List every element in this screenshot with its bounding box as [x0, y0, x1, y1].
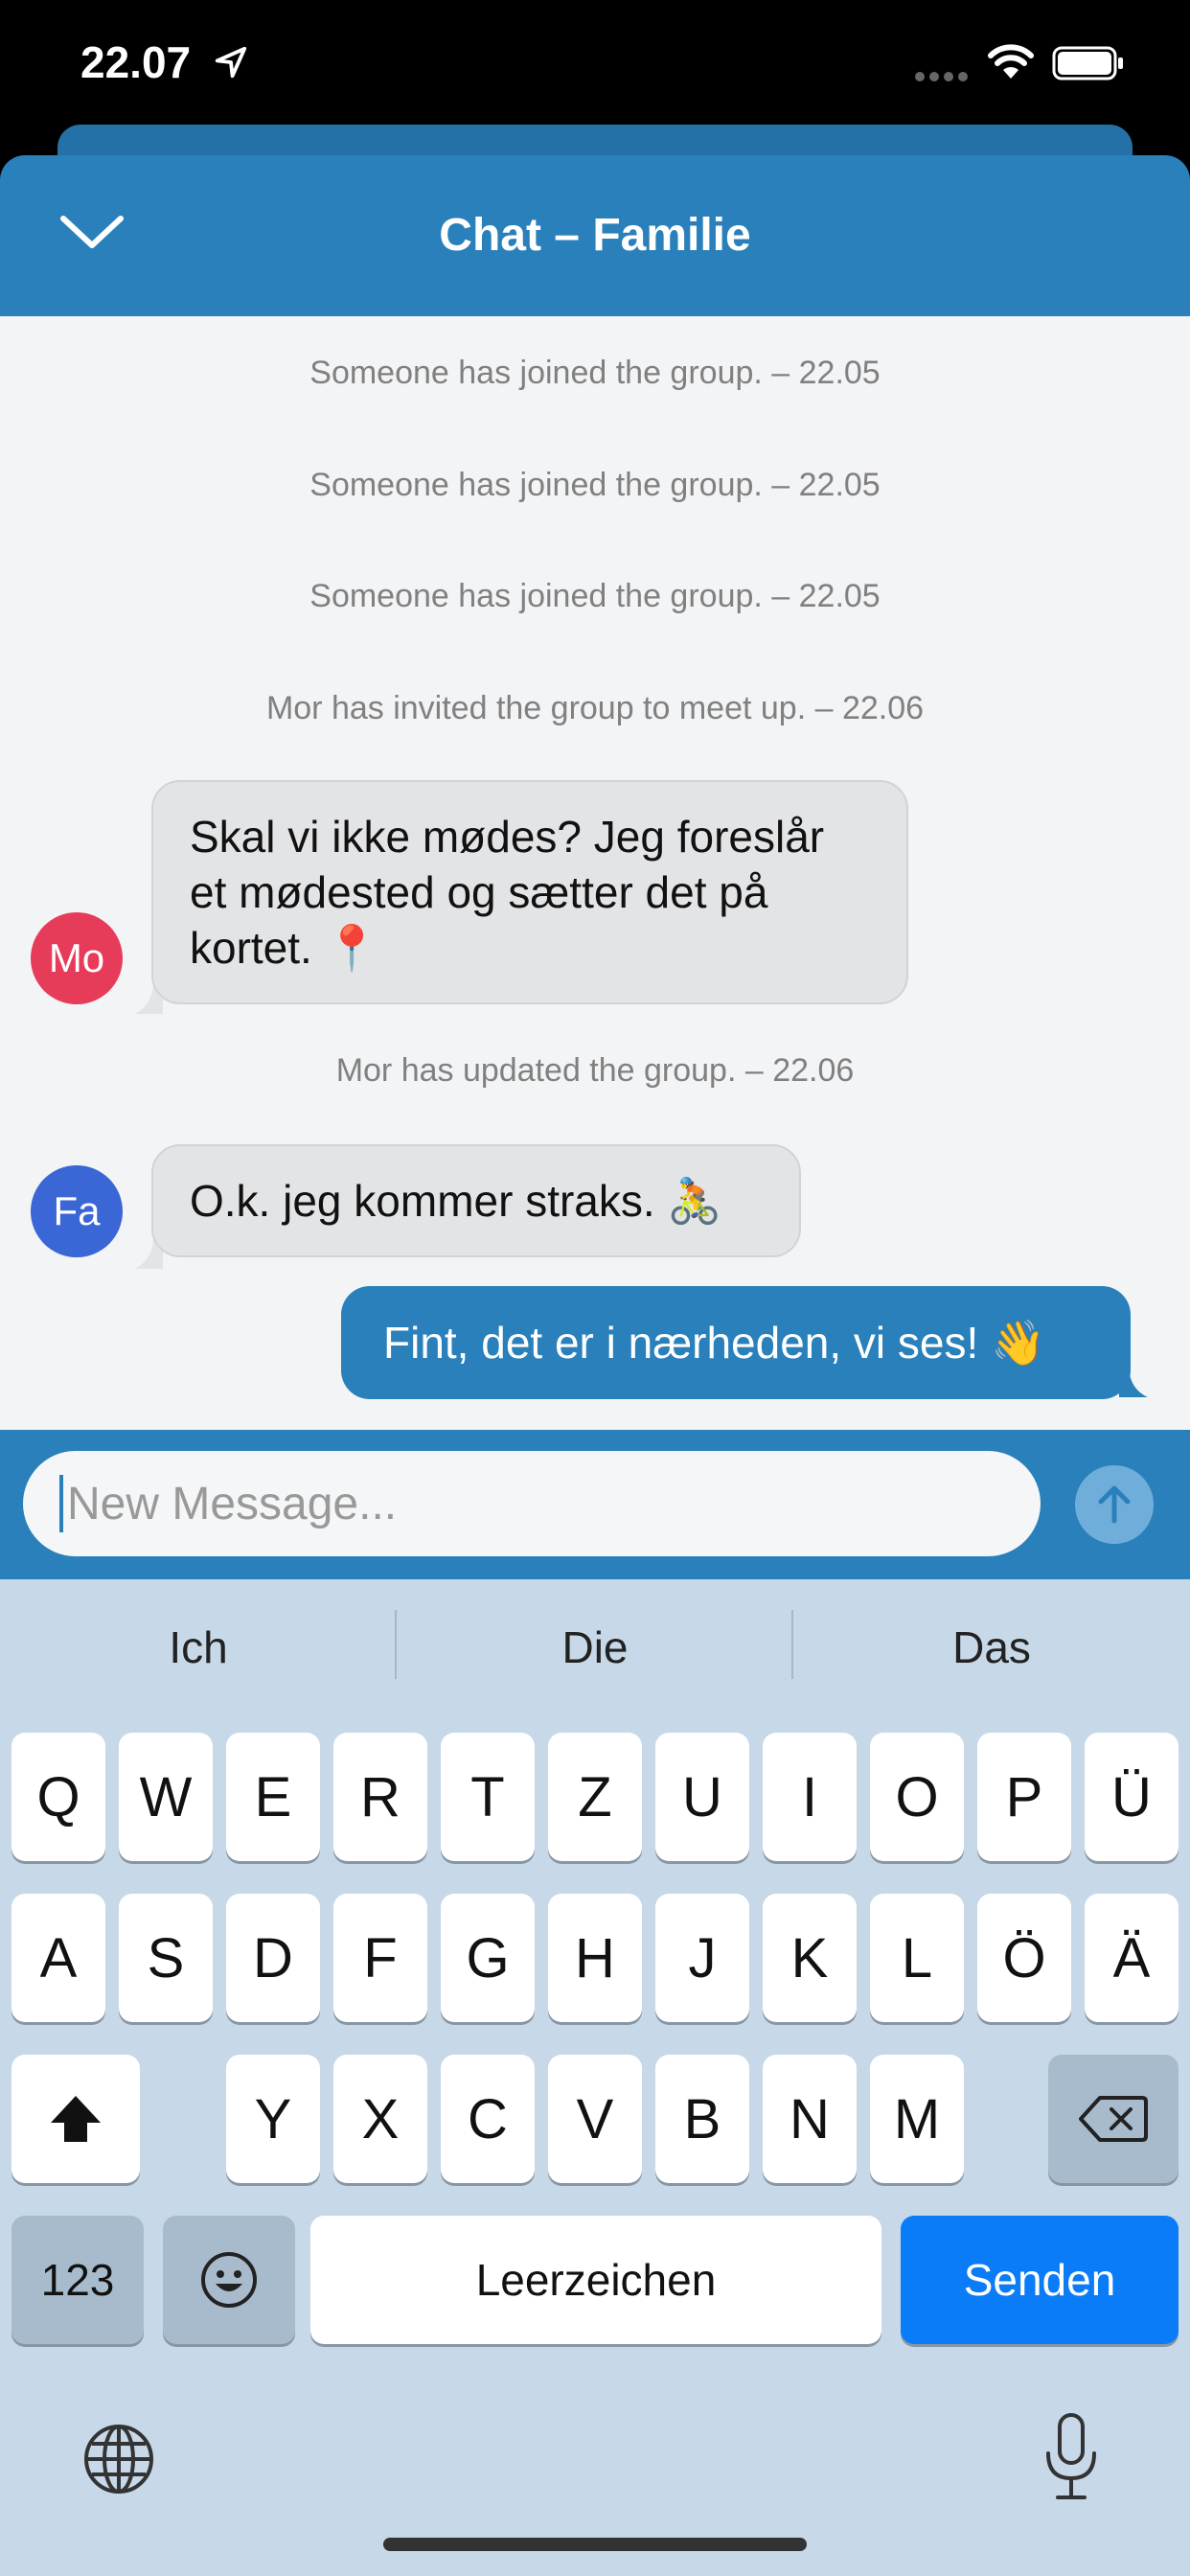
- system-message: Someone has joined the group. – 22.05: [309, 355, 881, 391]
- text-caret: [59, 1475, 63, 1532]
- wifi-icon: [988, 44, 1034, 79]
- backspace-key[interactable]: [1048, 2055, 1179, 2183]
- avatar-initials: Mo: [48, 935, 105, 980]
- emoji-icon: [201, 2252, 257, 2308]
- system-message: Mor has invited the group to meet up. – …: [265, 690, 925, 726]
- key[interactable]: H: [548, 1894, 642, 2022]
- suggestion-1[interactable]: Ich: [0, 1622, 397, 1673]
- key[interactable]: M: [870, 2055, 964, 2183]
- key[interactable]: O: [870, 1733, 964, 1861]
- chat-header: Chat – Familie: [0, 155, 1190, 316]
- message-text: O.k. jeg kommer straks. 🚴: [190, 1176, 722, 1226]
- message-composer: New Message...: [0, 1430, 1190, 1579]
- key[interactable]: L: [870, 1894, 964, 2022]
- bubble-tail: [1119, 1368, 1148, 1397]
- microphone-icon[interactable]: [1041, 2411, 1102, 2503]
- chat-messages[interactable]: Someone has joined the group. – 22.05 So…: [0, 316, 1190, 1430]
- suggestion-2[interactable]: Die: [397, 1622, 793, 1673]
- system-message: Mor has updated the group. – 22.06: [335, 1052, 855, 1089]
- globe-icon[interactable]: [80, 2421, 157, 2497]
- key[interactable]: X: [333, 2055, 427, 2183]
- message-input-placeholder: New Message...: [67, 1478, 398, 1530]
- send-button[interactable]: [1075, 1465, 1154, 1544]
- key[interactable]: C: [441, 2055, 535, 2183]
- key[interactable]: G: [441, 1894, 535, 2022]
- key[interactable]: J: [655, 1894, 749, 2022]
- key[interactable]: Q: [11, 1733, 105, 1861]
- key[interactable]: Y: [226, 2055, 320, 2183]
- message-text: Skal vi ikke mødes? Jeg foreslår et møde…: [190, 812, 825, 973]
- message-input[interactable]: New Message...: [23, 1451, 1041, 1556]
- key[interactable]: B: [655, 2055, 749, 2183]
- key[interactable]: K: [763, 1894, 857, 2022]
- key[interactable]: U: [655, 1733, 749, 1861]
- key[interactable]: N: [763, 2055, 857, 2183]
- key[interactable]: W: [119, 1733, 213, 1861]
- return-key[interactable]: Senden: [901, 2216, 1179, 2344]
- key[interactable]: Z: [548, 1733, 642, 1861]
- key[interactable]: T: [441, 1733, 535, 1861]
- key[interactable]: A: [11, 1894, 105, 2022]
- shift-key[interactable]: [11, 2055, 140, 2183]
- space-key[interactable]: Leerzeichen: [310, 2216, 881, 2344]
- emoji-key[interactable]: [163, 2216, 295, 2344]
- key[interactable]: F: [333, 1894, 427, 2022]
- message-bubble[interactable]: O.k. jeg kommer straks. 🚴: [151, 1144, 801, 1257]
- avatar-initials: Fa: [53, 1188, 101, 1233]
- key[interactable]: S: [119, 1894, 213, 2022]
- avatar[interactable]: Fa: [31, 1165, 123, 1257]
- avatar[interactable]: Mo: [31, 912, 123, 1004]
- status-bar: 22.07: [0, 0, 1190, 134]
- arrow-up-icon: [1098, 1485, 1131, 1524]
- key[interactable]: I: [763, 1733, 857, 1861]
- key[interactable]: Ü: [1085, 1733, 1179, 1861]
- keyboard: Ich Die Das Q W E R T Z U I O P Ü A S D …: [0, 1579, 1190, 2576]
- cellular-signal-icon: [915, 69, 973, 86]
- key[interactable]: V: [548, 2055, 642, 2183]
- message-text: Fint, det er i nærheden, vi ses! 👋: [383, 1318, 1046, 1368]
- key[interactable]: R: [333, 1733, 427, 1861]
- message-bubble[interactable]: Skal vi ikke mødes? Jeg foreslår et møde…: [151, 780, 908, 1004]
- location-arrow-icon: [215, 46, 247, 79]
- suggestion-3[interactable]: Das: [793, 1622, 1190, 1673]
- backspace-icon: [1079, 2096, 1148, 2142]
- key[interactable]: Ö: [977, 1894, 1071, 2022]
- key[interactable]: D: [226, 1894, 320, 2022]
- page-title: Chat – Familie: [439, 210, 751, 261]
- battery-icon: [1052, 46, 1123, 80]
- status-time: 22.07: [80, 37, 192, 87]
- key[interactable]: E: [226, 1733, 320, 1861]
- system-message: Someone has joined the group. – 22.05: [309, 467, 881, 503]
- home-indicator[interactable]: [383, 2538, 807, 2551]
- shift-icon: [51, 2096, 101, 2142]
- key[interactable]: Ä: [1085, 1894, 1179, 2022]
- numbers-key[interactable]: 123: [11, 2216, 144, 2344]
- key[interactable]: P: [977, 1733, 1071, 1861]
- system-message: Someone has joined the group. – 22.05: [309, 578, 881, 614]
- outgoing-message-bubble[interactable]: Fint, det er i nærheden, vi ses! 👋: [341, 1286, 1131, 1399]
